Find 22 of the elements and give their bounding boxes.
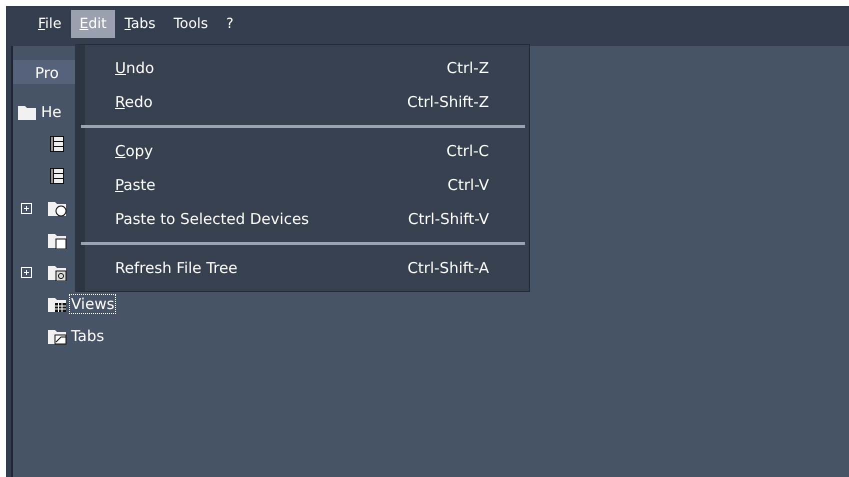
folder-document-icon xyxy=(47,231,67,249)
folder-gear-icon xyxy=(47,263,67,281)
menu-bar-item[interactable]: Tools xyxy=(166,10,216,38)
menu-bar-item[interactable]: Tabs xyxy=(116,10,164,38)
menu-item[interactable]: Paste to Selected Devices Ctrl-Shift-V xyxy=(85,202,529,236)
film-icon xyxy=(47,135,67,153)
tree-item-label[interactable]: He xyxy=(40,103,63,121)
film-icon xyxy=(47,167,67,185)
expand-icon[interactable] xyxy=(21,266,32,278)
menu-item[interactable]: Redo Ctrl-Shift-Z xyxy=(85,85,529,119)
tree-item-label[interactable]: Tabs xyxy=(70,327,106,345)
menu-item[interactable]: Copy Ctrl-C xyxy=(85,134,529,168)
folder-grid-icon xyxy=(47,295,67,313)
tree-item-label[interactable]: Views xyxy=(70,295,116,313)
folder-clock-icon xyxy=(47,199,67,217)
menu-bar-item[interactable]: File xyxy=(30,10,70,38)
expand-icon[interactable] xyxy=(21,202,32,214)
menu-item[interactable]: Refresh File Tree Ctrl-Shift-A xyxy=(85,251,529,285)
folder-chart-icon xyxy=(47,327,67,345)
folder-icon xyxy=(17,103,37,121)
menu-bar-item[interactable]: ? xyxy=(218,10,242,38)
menu-item[interactable]: Paste Ctrl-V xyxy=(85,168,529,202)
